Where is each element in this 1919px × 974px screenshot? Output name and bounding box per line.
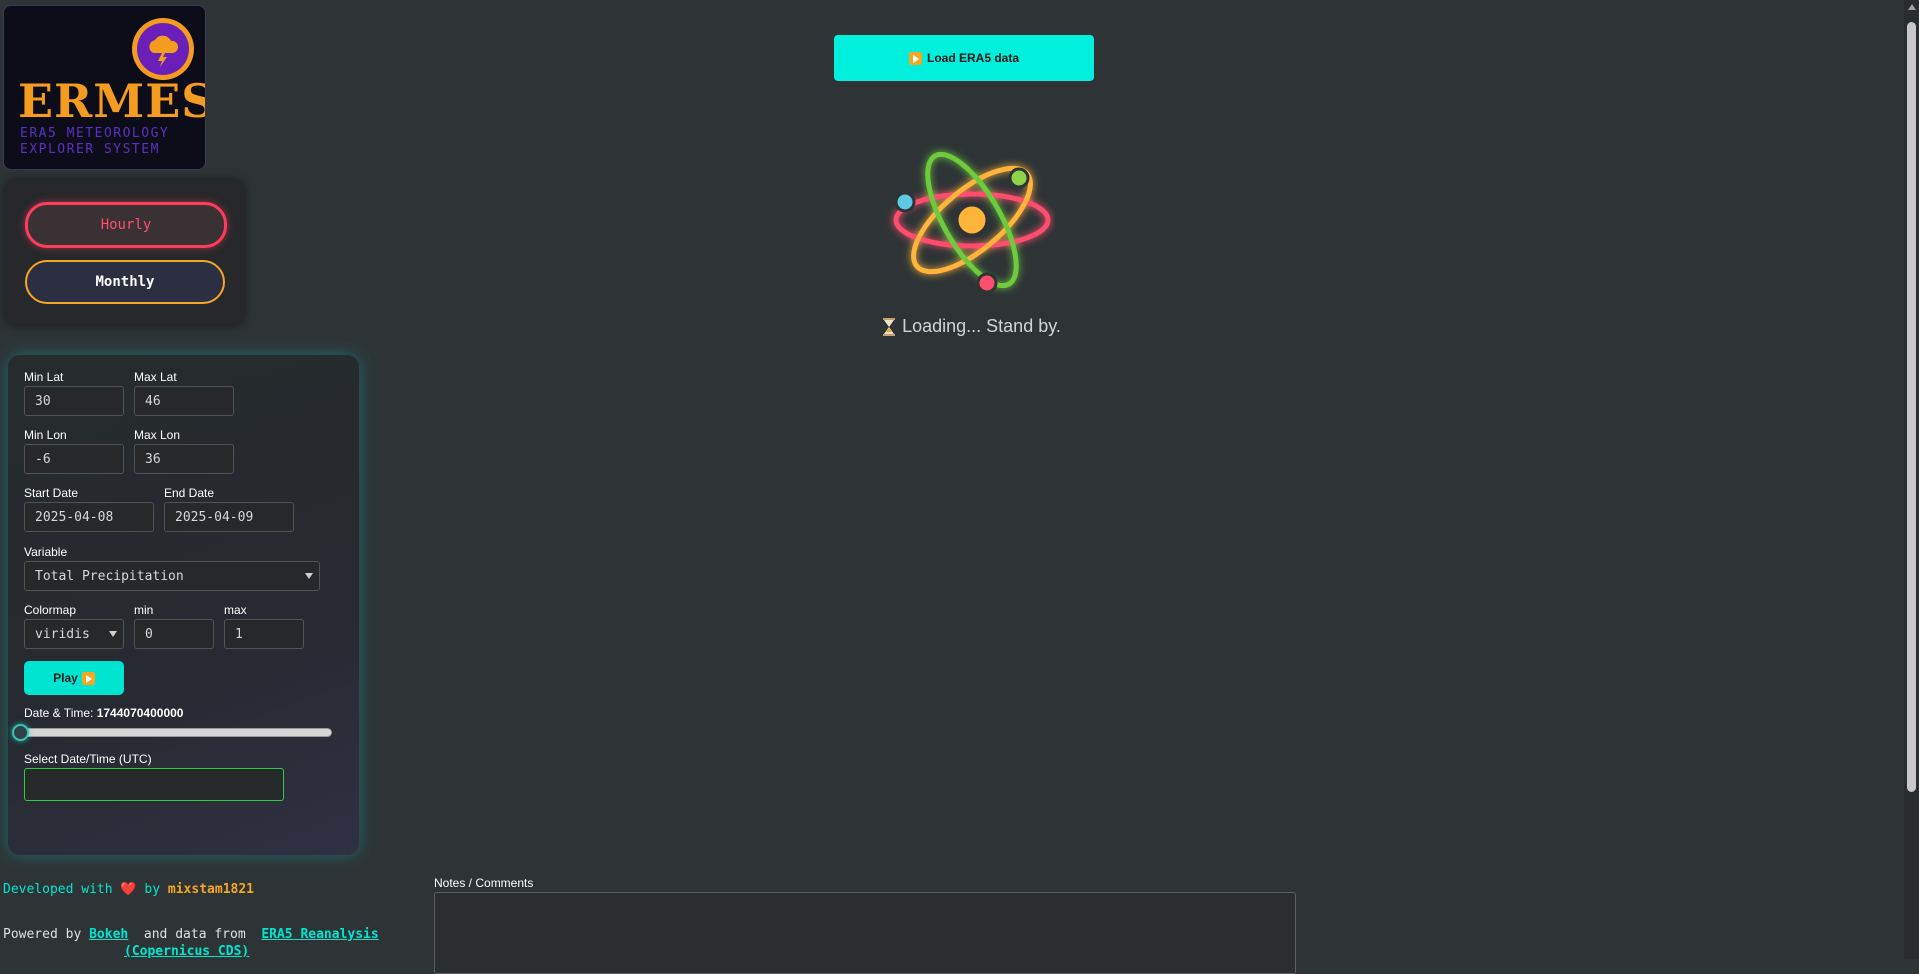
end-date-input[interactable]: 2025-04-09 [164, 502, 294, 532]
cmax-label: max [224, 603, 247, 617]
time-slider-track[interactable] [22, 728, 332, 737]
control-panel: Min Lat 30 Max Lat 46 Min Lon -6 Max Lon… [8, 355, 359, 855]
logo-subtitle: ERA5 METEOROLOGY EXPLORER SYSTEM [20, 126, 170, 157]
heart-icon: ❤️ [120, 882, 137, 897]
select-datetime-input[interactable] [24, 768, 284, 801]
loading-text: Loading... Stand by. [902, 316, 1061, 336]
play-icon [81, 671, 95, 685]
colormap-select[interactable]: viridis [24, 619, 124, 649]
era5-link[interactable]: ERA5 Reanalysis [261, 927, 378, 942]
min-lon-label: Min Lon [24, 428, 67, 442]
datetime-value: 1744070400000 [96, 706, 184, 720]
notes-textarea[interactable] [434, 892, 1296, 974]
cmin-label: min [134, 603, 154, 617]
min-lat-input[interactable]: 30 [24, 386, 124, 416]
max-lon-input[interactable]: 36 [134, 444, 234, 474]
author-name: mixstam1821 [167, 882, 254, 897]
scroll-thumb[interactable] [1907, 22, 1916, 792]
min-lon-input[interactable]: -6 [24, 444, 124, 474]
select-datetime-label: Select Date/Time (UTC) [24, 752, 152, 766]
app-logo: ERMES ERA5 METEOROLOGY EXPLORER SYSTEM [3, 5, 206, 170]
chevron-down-icon [109, 631, 117, 637]
hourly-button[interactable]: Hourly [25, 202, 227, 248]
hourglass-icon [883, 317, 896, 336]
start-date-label: Start Date [24, 486, 79, 500]
max-lat-input[interactable]: 46 [134, 386, 234, 416]
load-era5-button[interactable]: Load ERA5 data [834, 35, 1094, 81]
datetime-readout: Date & Time: 1744070400000 [24, 706, 184, 720]
variable-label: Variable [24, 545, 68, 559]
end-date-label: End Date [164, 486, 215, 500]
play-button[interactable]: Play [24, 661, 124, 695]
loading-status: Loading... Stand by. [0, 316, 1919, 337]
max-lat-label: Max Lat [134, 370, 177, 384]
developer-credit: Developed with ❤️ by mixstam1821 [3, 882, 254, 897]
monthly-button[interactable]: Monthly [25, 260, 225, 304]
storm-cloud-icon [132, 18, 194, 80]
bokeh-link[interactable]: Bokeh [89, 927, 128, 942]
colormap-label: Colormap [24, 603, 77, 617]
time-slider-handle[interactable] [12, 724, 29, 741]
variable-select[interactable]: Total Precipitation [24, 561, 320, 591]
chevron-down-icon [305, 573, 313, 579]
logo-title: ERMES [18, 74, 206, 128]
start-date-input[interactable]: 2025-04-08 [24, 502, 154, 532]
cmin-input[interactable]: 0 [134, 619, 214, 649]
play-icon [908, 51, 922, 65]
min-lat-label: Min Lat [24, 370, 64, 384]
notes-label: Notes / Comments [434, 876, 534, 890]
page-scrollbar[interactable] [1904, 0, 1919, 959]
atom-loading-icon [893, 151, 1051, 294]
cmax-input[interactable]: 1 [224, 619, 304, 649]
mode-toggle-panel: Hourly Monthly [5, 180, 244, 325]
max-lon-label: Max Lon [134, 428, 181, 442]
powered-by-credit: Powered by Bokeh and data from ERA5 Rean… [3, 927, 379, 959]
scroll-up-arrow-icon[interactable] [1908, 4, 1916, 10]
era5-link-continued[interactable]: (Copernicus CDS) [124, 944, 249, 959]
